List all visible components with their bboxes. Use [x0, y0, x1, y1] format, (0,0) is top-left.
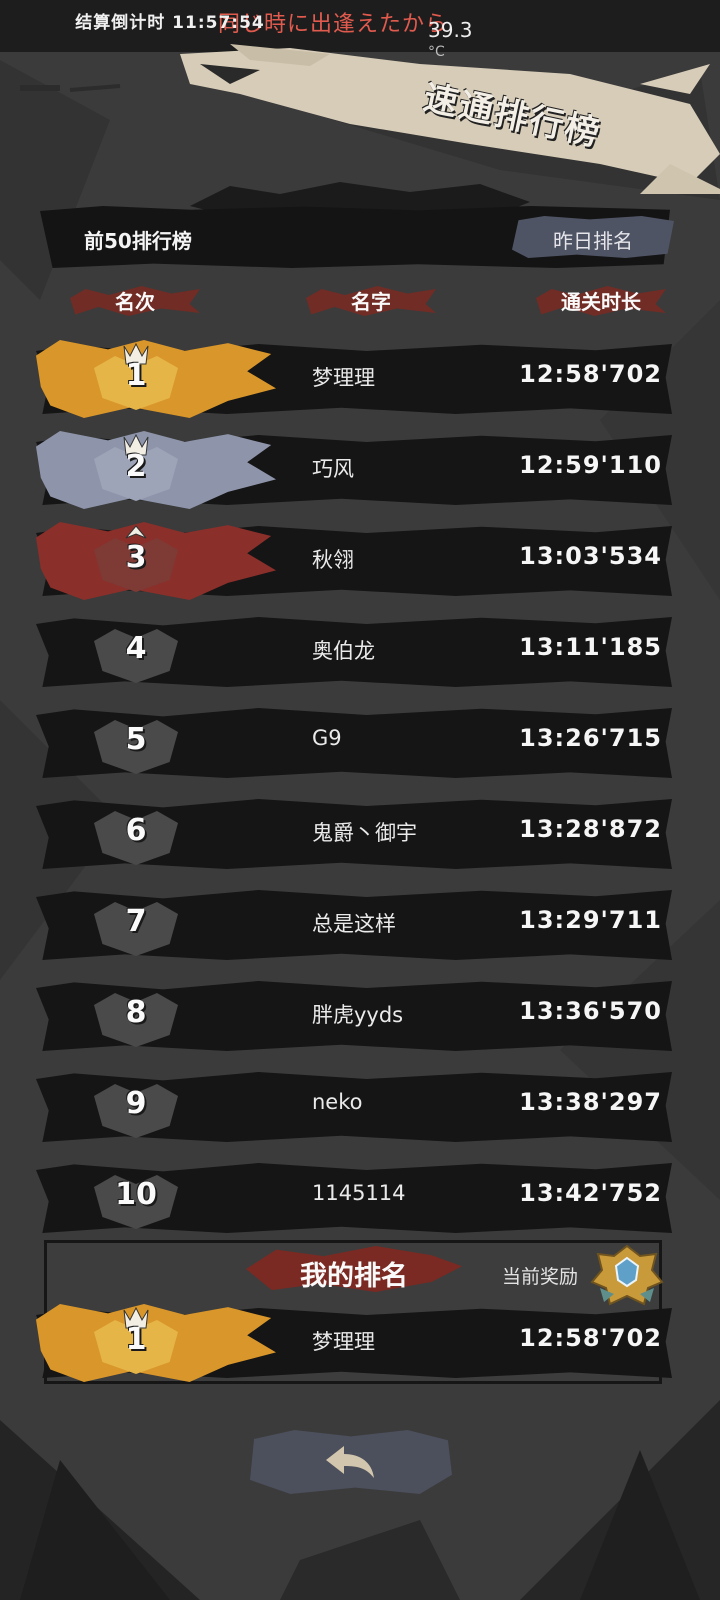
- player-name: 奥伯龙: [312, 639, 375, 663]
- player-name: 梦理理: [312, 366, 375, 390]
- player-name: 秋翎: [312, 548, 354, 572]
- rank-number: 2: [125, 449, 147, 484]
- countdown-label: 结算倒计时: [75, 13, 166, 33]
- player-name: 1145114: [312, 1181, 406, 1205]
- clear-time: 13:36'570: [519, 997, 662, 1025]
- back-button[interactable]: [250, 1430, 452, 1494]
- clear-time: 12:58'702: [519, 1324, 662, 1352]
- my-rank-title: 我的排名: [300, 1261, 408, 1292]
- rank-number: 6: [125, 813, 147, 848]
- leaderboard-title: 前50排行榜: [84, 229, 192, 253]
- current-reward-label: 当前奖励: [502, 1266, 579, 1288]
- leaderboard-row: 2 巧风 12:59'110: [36, 431, 672, 509]
- rank-number: 7: [125, 904, 147, 939]
- player-name: 胖虎yyds: [312, 1003, 404, 1027]
- player-name: 鬼爵丶御宇: [312, 821, 417, 845]
- my-rank-row: 1 梦理理 12:58'702: [36, 1304, 672, 1382]
- clear-time: 13:29'711: [519, 906, 662, 934]
- rank-number: 5: [125, 722, 147, 757]
- clear-time: 13:42'752: [519, 1179, 662, 1207]
- rank-number: 1: [125, 358, 147, 393]
- leaderboard-row: 6 鬼爵丶御宇 13:28'872: [36, 795, 672, 873]
- player-name: 巧风: [312, 457, 354, 481]
- player-name: 梦理理: [312, 1330, 375, 1354]
- rank-number: 1: [125, 1322, 147, 1357]
- clear-time: 13:28'872: [519, 815, 662, 843]
- leaderboard-row: 3 秋翎 13:03'534: [36, 522, 672, 600]
- leaderboard-row: 10 1145114 13:42'752: [36, 1159, 672, 1237]
- leaderboard-row: 4 奥伯龙 13:11'185: [36, 613, 672, 691]
- rank-number: 3: [125, 540, 147, 575]
- clear-time: 13:38'297: [519, 1088, 662, 1116]
- column-header-name: 名字: [351, 290, 391, 314]
- yesterday-ranking-button[interactable]: [512, 216, 674, 258]
- clear-time: 12:59'110: [519, 451, 662, 479]
- leaderboard-row: 5 G9 13:26'715: [36, 704, 672, 782]
- column-header-rank: 名次: [115, 290, 155, 314]
- clear-time: 12:58'702: [519, 360, 662, 388]
- leaderboard-row: 9 neko 13:38'297: [36, 1068, 672, 1146]
- leaderboard-row: 7 总是这样 13:29'711: [36, 886, 672, 964]
- clear-time: 13:03'534: [519, 542, 662, 570]
- status-temperature: 39.3: [428, 18, 473, 42]
- reward-badge-icon[interactable]: [590, 1244, 664, 1308]
- rank-number: 8: [125, 995, 147, 1030]
- player-name: neko: [312, 1090, 363, 1114]
- player-name: 总是这样: [312, 912, 396, 936]
- column-header-time: 通关时长: [561, 290, 641, 314]
- leaderboard-row: 1 梦理理 12:58'702: [36, 340, 672, 418]
- clear-time: 13:11'185: [519, 633, 662, 661]
- player-name: G9: [312, 726, 342, 750]
- settlement-countdown: 结算倒计时 11:57:54: [0, 8, 340, 33]
- leaderboard-row: 8 胖虎yyds 13:36'570: [36, 977, 672, 1055]
- rank-number: 4: [125, 631, 147, 666]
- rank-number: 10: [115, 1177, 157, 1212]
- countdown-time: 11:57:54: [172, 13, 265, 33]
- clear-time: 13:26'715: [519, 724, 662, 752]
- rank-number: 9: [125, 1086, 147, 1121]
